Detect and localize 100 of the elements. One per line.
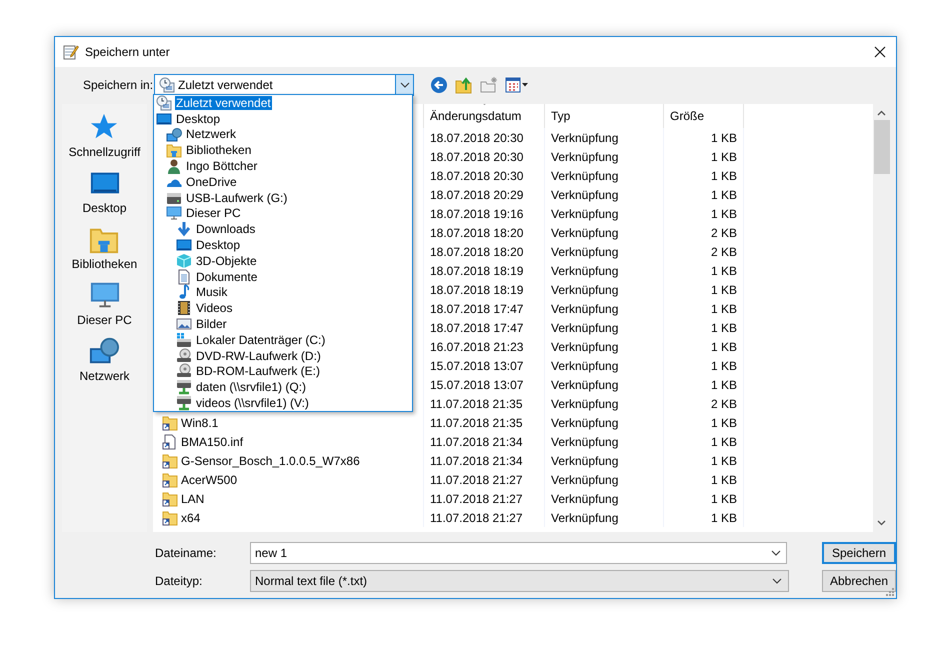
column-header[interactable]: Änderungsdatum (424, 104, 545, 128)
close-icon[interactable] (874, 46, 886, 58)
scroll-down-icon[interactable] (877, 520, 886, 526)
menu-item[interactable]: Bibliotheken (154, 142, 412, 158)
size-cell: 2 KB (710, 244, 737, 258)
date-cell: 16.07.2018 21:23 (430, 340, 524, 354)
clock-stack-icon (156, 94, 172, 111)
date-cell: 18.07.2018 20:30 (430, 150, 524, 164)
document-icon (176, 268, 192, 285)
drive-icon (176, 332, 192, 348)
monitor-icon (176, 237, 192, 254)
size-cell: 1 KB (710, 188, 737, 202)
menu-item[interactable]: Zuletzt verwendet (154, 95, 412, 111)
file-name[interactable]: AcerW500 (181, 472, 238, 486)
dialog-button[interactable]: Abbrechen (822, 570, 896, 592)
menu-item[interactable]: Dieser PC (154, 206, 412, 222)
menu-item[interactable]: Dokumente (154, 268, 412, 285)
date-cell: 18.07.2018 18:19 (430, 264, 524, 278)
type-cell: Verknüpfung (551, 378, 618, 392)
menu-item[interactable]: USB-Laufwerk (G:) (154, 190, 412, 206)
date-cell: 11.07.2018 21:27 (430, 510, 523, 524)
menu-item[interactable]: Ingo Böttcher (154, 158, 412, 174)
menu-item[interactable]: Downloads (154, 221, 412, 238)
file-name-label: Dateiname: (155, 546, 218, 560)
menu-item[interactable]: OneDrive (154, 174, 412, 190)
menu-item[interactable]: Netzwerk (154, 126, 412, 142)
size-cell: 1 KB (710, 378, 737, 392)
size-cell: 1 KB (710, 150, 737, 164)
scroll-thumb[interactable] (874, 120, 890, 174)
file-type-dropdown[interactable]: Normal text file (*.txt) (250, 570, 789, 592)
arrow-down-icon (176, 221, 192, 238)
back-icon[interactable] (430, 76, 448, 94)
folder-up-icon[interactable] (455, 76, 473, 94)
size-cell: 2 KB (710, 396, 737, 410)
location-dropdown[interactable]: Zuletzt verwendet (154, 74, 414, 96)
size-cell: 1 KB (710, 168, 737, 182)
file-name[interactable]: x64 (181, 510, 200, 524)
menu-item[interactable]: DVD-RW-Laufwerk (D:) (154, 348, 412, 364)
menu-item[interactable]: videos (\\srvfile1) (V:) (154, 395, 412, 411)
view-menu-icon[interactable] (505, 76, 529, 94)
type-cell: Verknüpfung (551, 188, 618, 202)
place-label[interactable]: Bibliotheken (72, 257, 138, 271)
type-cell: Verknüpfung (551, 340, 618, 354)
menu-item[interactable]: 3D-Objekte (154, 252, 412, 269)
type-cell: Verknüpfung (551, 396, 618, 410)
file-type-label: Dateityp: (155, 574, 204, 588)
date-cell: 18.07.2018 17:47 (430, 302, 524, 316)
monitor-icon[interactable] (90, 280, 120, 310)
file-name[interactable]: BMA150.inf (181, 434, 244, 448)
disc-drive-icon (176, 348, 192, 364)
menu-item[interactable]: Bilder (154, 316, 412, 332)
menu-item[interactable]: BD-ROM-Laufwerk (E:) (154, 364, 412, 380)
file-name-field[interactable]: new 1 (250, 542, 787, 564)
chevron-down-icon[interactable] (771, 550, 781, 556)
type-cell: Verknüpfung (551, 320, 618, 334)
size-cell: 1 KB (710, 358, 737, 372)
menu-item[interactable]: Desktop (154, 110, 412, 127)
file-name[interactable]: Win8.1 (181, 416, 218, 430)
place-label[interactable]: Netzwerk (79, 369, 130, 383)
size-cell: 2 KB (710, 226, 737, 240)
date-cell: 11.07.2018 21:35 (430, 396, 523, 410)
resize-grip-icon[interactable] (886, 588, 894, 596)
size-cell: 1 KB (710, 416, 737, 430)
type-cell: Verknüpfung (551, 472, 618, 486)
size-cell: 1 KB (710, 454, 737, 468)
menu-item[interactable]: Videos (154, 300, 412, 316)
date-cell: 11.07.2018 21:27 (430, 472, 523, 486)
chevron-down-icon[interactable] (400, 82, 410, 88)
place-label[interactable]: Schnellzugriff (68, 145, 140, 159)
film-icon (176, 300, 192, 316)
place-label[interactable]: Dieser PC (77, 313, 132, 327)
network-icon[interactable] (89, 336, 120, 366)
scroll-up-icon[interactable] (877, 110, 886, 116)
column-header[interactable]: Typ (545, 104, 664, 128)
size-cell: 1 KB (710, 340, 737, 354)
menu-item[interactable]: Musik (154, 284, 412, 300)
place-label[interactable]: Desktop (82, 201, 127, 215)
dropdown-button[interactable] (395, 75, 413, 95)
menu-item[interactable]: daten (\\srvfile1) (Q:) (154, 379, 412, 396)
type-cell: Verknüpfung (551, 434, 618, 448)
date-cell: 15.07.2018 13:07 (430, 358, 524, 372)
type-cell: Verknüpfung (551, 358, 618, 372)
file-name[interactable]: LAN (181, 492, 204, 506)
menu-item[interactable]: Desktop (154, 237, 412, 253)
date-cell: 18.07.2018 20:30 (430, 168, 524, 182)
date-cell: 11.07.2018 21:35 (430, 416, 523, 430)
date-cell: 18.07.2018 17:47 (430, 320, 524, 334)
disc-drive-icon (176, 363, 192, 380)
dialog-button[interactable]: Speichern (822, 542, 896, 564)
size-cell: 1 KB (710, 206, 737, 220)
column-header[interactable]: Größe (664, 104, 744, 128)
person-icon (166, 158, 182, 174)
file-name[interactable]: G-Sensor_Bosch_1.0.0.5_W7x86 (181, 454, 360, 468)
menu-item[interactable]: Lokaler Datenträger (C:) (154, 332, 412, 348)
date-cell: 18.07.2018 20:30 (430, 130, 524, 144)
chevron-down-icon[interactable] (772, 578, 782, 584)
type-cell: Verknüpfung (551, 510, 618, 524)
size-cell: 1 KB (710, 302, 737, 316)
size-cell: 1 KB (710, 264, 737, 278)
date-cell: 15.07.2018 13:07 (430, 378, 524, 392)
